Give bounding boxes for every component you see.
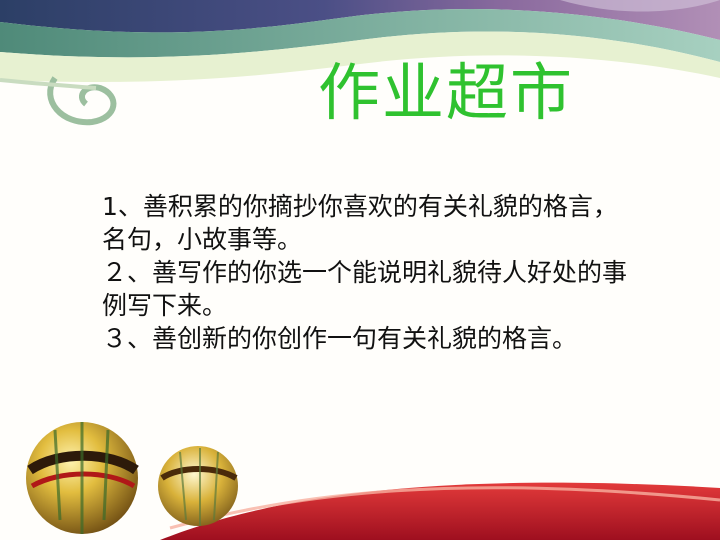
homework-item-3: ３、善创新的你创作一句有关礼貌的格言。 bbox=[102, 324, 578, 353]
homework-item-1: 1、善积累的你摘抄你喜欢的有关礼貌的格言，名句，小故事等。 bbox=[102, 192, 618, 254]
homework-item-2: ２、善写作的你选一个能说明礼貌待人好处的事例写下来。 bbox=[102, 258, 628, 320]
slide: 作业超市 1、善积累的你摘抄你喜欢的有关礼貌的格言，名句，小故事等。 ２、善写作… bbox=[0, 0, 720, 540]
homework-list: 1、善积累的你摘抄你喜欢的有关礼貌的格言，名句，小故事等。 ２、善写作的你选一个… bbox=[102, 190, 630, 355]
slide-title: 作业超市 bbox=[318, 56, 575, 129]
